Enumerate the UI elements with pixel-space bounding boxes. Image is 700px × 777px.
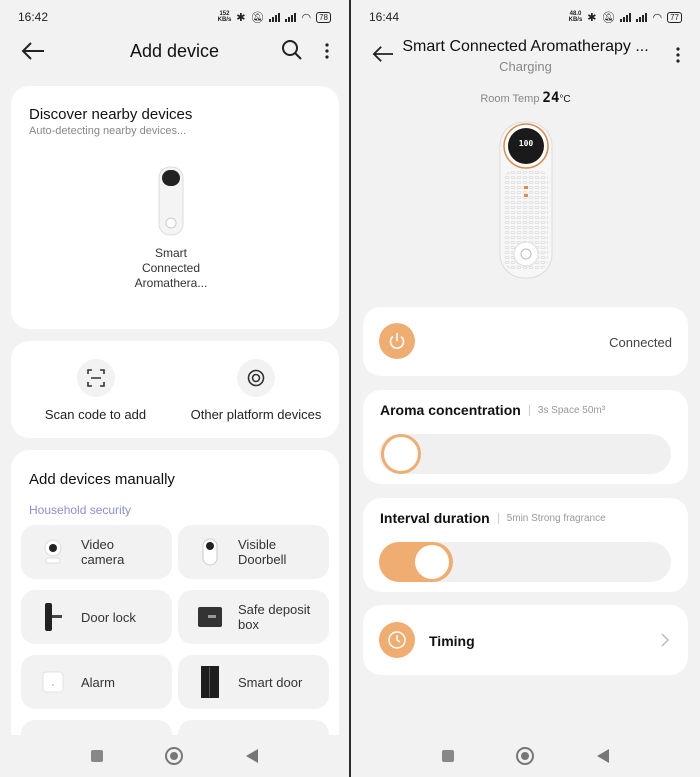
more-options-icon[interactable] xyxy=(672,44,684,66)
interval-duration-card: Interval duration 5min Strong fragrance xyxy=(363,498,688,592)
scan-code-label: Scan code to add xyxy=(44,407,147,422)
clock-icon xyxy=(379,622,415,658)
chevron-right-icon xyxy=(661,633,670,647)
aroma-header: Aroma concentration 3s Space 50m³ xyxy=(380,402,605,418)
home-button[interactable] xyxy=(516,747,535,765)
system-nav-bar xyxy=(0,735,349,777)
discover-title: Discover nearby devices xyxy=(29,106,193,123)
tile-smart-door[interactable]: Smart door xyxy=(178,655,329,709)
room-temp-value: 24 xyxy=(542,90,560,106)
alarm-icon xyxy=(35,664,71,700)
more-options-icon[interactable] xyxy=(321,40,333,62)
device-status: Charging xyxy=(499,59,552,74)
network-speed: 152 KB/s xyxy=(217,11,232,23)
system-back-button[interactable] xyxy=(245,749,258,763)
tile-label: Door lock xyxy=(81,609,136,625)
search-icon[interactable] xyxy=(281,39,303,61)
doorbell-icon xyxy=(192,534,228,570)
discover-card: Discover nearby devices Auto-detecting n… xyxy=(11,86,339,329)
status-time: 16:44 xyxy=(369,10,400,24)
interval-slider-track[interactable] xyxy=(379,542,671,582)
aroma-concentration-card: Aroma concentration 3s Space 50m³ xyxy=(363,390,688,484)
wifi-icon: ◠ xyxy=(652,11,663,24)
timing-title: Timing xyxy=(429,633,475,649)
power-button[interactable] xyxy=(379,323,415,359)
other-platform-label: Other platform devices xyxy=(190,407,322,422)
aromatherapy-device-screen: 16:44 48.0 KB/s ✱ 🔕︎ ◠ 77 Smart Connected… xyxy=(351,0,700,777)
divider xyxy=(497,512,499,524)
network-speed: 48.0 KB/s xyxy=(568,11,583,23)
tile-label: Smart door xyxy=(238,674,303,690)
add-actions-card: Scan code to add Other platform devices xyxy=(11,341,339,438)
tile-label: Safe deposit box xyxy=(238,602,311,632)
signal-icon xyxy=(620,12,632,22)
device-display-value: 100 xyxy=(518,139,534,148)
signal-icon-2 xyxy=(285,12,297,22)
status-time: 16:42 xyxy=(18,10,49,24)
door-lock-icon xyxy=(35,599,71,635)
tile-visible-doorbell[interactable]: Visible Doorbell xyxy=(178,525,329,579)
system-nav-bar xyxy=(351,735,700,777)
discover-subtitle: Auto-detecting nearby devices... xyxy=(29,125,187,137)
status-bar: 16:44 48.0 KB/s ✱ 🔕︎ ◠ 77 xyxy=(351,0,700,34)
aromatherapy-device-image xyxy=(158,166,184,236)
recents-button[interactable] xyxy=(91,750,104,762)
device-illustration: 100 xyxy=(498,120,554,282)
other-platform-icon xyxy=(237,359,275,397)
device-title: Smart Connected Aromatherapy ... xyxy=(402,38,649,55)
mute-icon: 🔕︎ xyxy=(250,11,265,24)
tile-door-lock[interactable]: Door lock xyxy=(21,590,172,644)
category-household-security[interactable]: Household security xyxy=(29,503,131,517)
tile-alarm[interactable]: Alarm xyxy=(21,655,172,709)
system-back-button[interactable] xyxy=(596,749,609,763)
manual-add-card: Add devices manually Household security … xyxy=(11,450,339,774)
bluetooth-icon: ✱ xyxy=(236,11,246,24)
signal-icon xyxy=(269,12,281,22)
tile-label: Visible Doorbell xyxy=(238,537,287,567)
bluetooth-icon: ✱ xyxy=(587,11,597,24)
recents-button[interactable] xyxy=(442,750,455,762)
manual-title: Add devices manually xyxy=(29,471,175,488)
aroma-title: Aroma concentration xyxy=(380,402,521,418)
interval-slider-thumb[interactable] xyxy=(415,545,449,579)
smart-door-icon xyxy=(192,664,228,700)
power-card: Connected xyxy=(363,307,688,376)
interval-title: Interval duration xyxy=(380,510,490,526)
top-app-bar: Add device xyxy=(0,34,349,68)
scan-code-button[interactable]: Scan code to add xyxy=(33,359,158,422)
back-arrow-icon[interactable] xyxy=(20,40,46,62)
aroma-detail: 3s Space 50m³ xyxy=(537,404,606,416)
mute-icon: 🔕︎ xyxy=(601,11,616,24)
discovered-device[interactable]: Smart Connected Aromathera... xyxy=(121,166,221,291)
other-platform-button[interactable]: Other platform devices xyxy=(181,359,331,422)
divider xyxy=(528,404,530,416)
add-device-screen: 16:42 152 KB/s ✱ 🔕︎ ◠ 78 Add device Disco… xyxy=(0,0,349,777)
interval-detail: 5min Strong fragrance xyxy=(506,512,606,524)
wifi-icon: ◠ xyxy=(301,11,312,24)
tile-label: Alarm xyxy=(81,674,115,690)
connection-status: Connected xyxy=(609,335,672,350)
interval-header: Interval duration 5min Strong fragrance xyxy=(380,510,606,526)
tile-video-camera[interactable]: Video camera xyxy=(21,525,172,579)
power-icon xyxy=(389,333,405,349)
discovered-device-name: Smart Connected Aromathera... xyxy=(134,246,208,290)
room-temp-unit: °C xyxy=(559,94,571,105)
timing-card[interactable]: Timing xyxy=(363,605,688,675)
safe-box-icon xyxy=(192,599,228,635)
aroma-slider-track[interactable] xyxy=(379,434,671,474)
status-icons: 48.0 KB/s ✱ 🔕︎ ◠ 77 xyxy=(569,11,682,24)
room-temp: Room Temp 24°C xyxy=(351,90,700,106)
aroma-slider-thumb[interactable] xyxy=(381,434,421,474)
status-icons: 152 KB/s ✱ 🔕︎ ◠ 78 xyxy=(218,11,331,24)
tile-safe-deposit-box[interactable]: Safe deposit box xyxy=(178,590,329,644)
scan-icon xyxy=(76,359,115,397)
battery-icon: 78 xyxy=(316,11,331,23)
camera-icon xyxy=(35,534,71,570)
battery-icon: 77 xyxy=(667,11,682,23)
tile-label: Video camera xyxy=(81,537,125,567)
home-button[interactable] xyxy=(165,747,184,765)
room-temp-label: Room Temp xyxy=(480,93,540,105)
status-bar: 16:42 152 KB/s ✱ 🔕︎ ◠ 78 xyxy=(0,0,349,34)
signal-icon-2 xyxy=(636,12,648,22)
